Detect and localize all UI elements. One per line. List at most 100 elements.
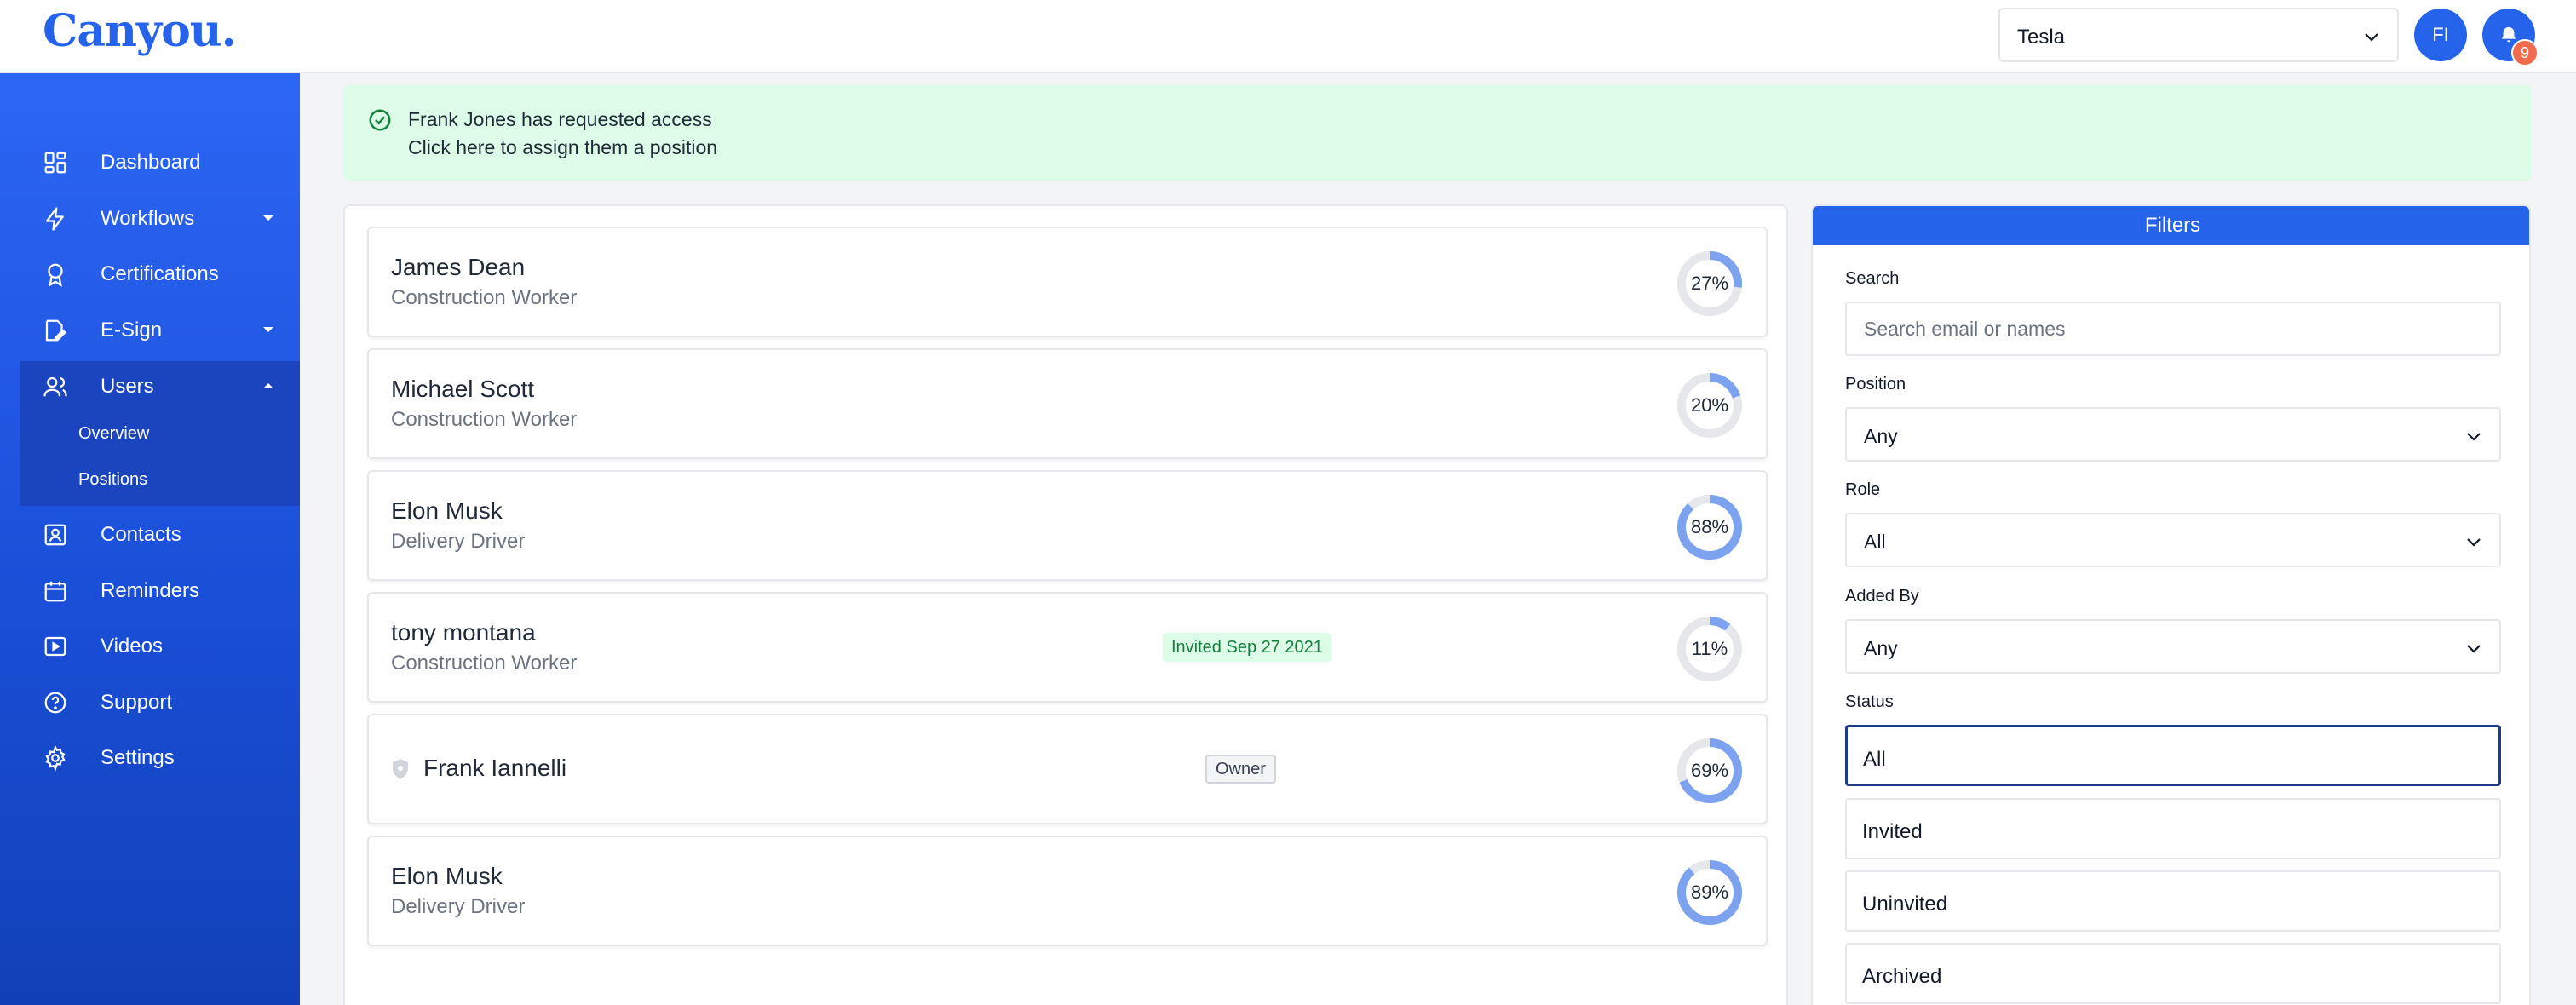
gear-icon — [45, 745, 66, 771]
status-option-label: Invited — [1862, 820, 1923, 843]
alert-subtitle[interactable]: Click here to assign them a position — [408, 136, 717, 159]
status-option-label: Uninvited — [1862, 893, 1948, 916]
status-option-uninvited[interactable]: Uninvited — [1845, 870, 2501, 932]
status-option-invited[interactable]: Invited — [1845, 798, 2501, 859]
owner-badge: Owner — [1205, 755, 1276, 784]
user-name: Frank Iannelli — [423, 755, 567, 781]
sidebar-item-label: E-Sign — [101, 319, 163, 342]
chevron-down-icon — [2467, 433, 2481, 441]
sidebar-item-certifications[interactable]: Certifications — [20, 249, 300, 300]
filters-panel: Filters Search Position Any Role All Add… — [1811, 204, 2531, 1005]
users-list-panel: James Dean Construction Worker 27% Micha… — [343, 204, 1788, 1005]
sidebar-item-dashboard[interactable]: Dashboard — [20, 137, 300, 188]
users-icon — [43, 376, 67, 397]
sidebar-item-label: Certifications — [101, 262, 219, 285]
added-by-select[interactable]: Any — [1845, 619, 2501, 674]
sidebar-item-label: Users — [101, 375, 154, 398]
sidebar-item-label: Videos — [101, 635, 163, 658]
position-label: Position — [1845, 375, 1906, 393]
status-option-label: Archived — [1862, 965, 1942, 988]
sidebar-item-label: Workflows — [101, 207, 195, 230]
chevron-down-icon — [2467, 645, 2481, 653]
caret-down-icon — [263, 215, 273, 221]
progress-label: 20% — [1690, 394, 1729, 416]
caret-up-icon — [263, 383, 273, 388]
user-card[interactable]: James Dean Construction Worker 27% — [367, 227, 1768, 337]
caret-down-icon — [263, 327, 273, 332]
sidebar-item-reminders[interactable]: Reminders — [20, 566, 300, 617]
check-circle-icon — [369, 109, 391, 131]
user-role: Construction Worker — [391, 286, 578, 309]
sidebar-item-label: Settings — [101, 746, 175, 769]
user-role: Construction Worker — [391, 408, 578, 431]
user-card[interactable]: tony montana Construction Worker Invited… — [367, 592, 1768, 703]
user-avatar-button[interactable]: FI — [2414, 9, 2467, 61]
filters-title: Filters — [1813, 206, 2529, 245]
progress-label: 69% — [1690, 760, 1729, 781]
status-option-all[interactable]: All — [1845, 725, 2501, 786]
sidebar-item-label: Dashboard — [101, 151, 201, 174]
alert-title: Frank Jones has requested access — [408, 108, 712, 130]
search-input[interactable] — [1847, 303, 2499, 354]
user-name: tony montana — [391, 619, 536, 646]
progress-label: 11% — [1691, 638, 1728, 659]
video-icon — [44, 636, 66, 657]
sidebar-item-videos[interactable]: Videos — [20, 621, 300, 672]
signature-icon — [45, 319, 66, 342]
progress-label: 88% — [1690, 516, 1729, 537]
notification-count-badge: 9 — [2511, 39, 2539, 66]
sidebar-item-workflows[interactable]: Workflows — [20, 193, 300, 244]
user-name: Elon Musk — [391, 497, 503, 524]
position-select-value: Any — [1864, 425, 1898, 447]
calendar-icon — [44, 581, 66, 602]
added-by-label: Added By — [1845, 587, 1919, 606]
sidebar-item-label: Contacts — [101, 523, 181, 546]
shield-icon — [393, 759, 408, 779]
user-name: James Dean — [391, 254, 526, 280]
contact-card-icon — [44, 524, 66, 546]
chevron-down-icon — [2467, 538, 2481, 547]
users-submenu — [20, 407, 300, 506]
sidebar-item-esign[interactable]: E-Sign — [20, 305, 300, 356]
role-label: Role — [1845, 480, 1881, 499]
role-select[interactable]: All — [1845, 513, 2501, 567]
user-name: Elon Musk — [391, 863, 503, 889]
status-option-label: All — [1863, 748, 1886, 771]
added-by-select-value: Any — [1864, 637, 1898, 659]
help-circle-icon — [44, 692, 66, 714]
sidebar-item-contacts[interactable]: Contacts — [20, 509, 300, 560]
dashboard-icon — [44, 152, 66, 174]
organization-select[interactable]: Tesla — [1998, 8, 2399, 62]
sidebar-item-users[interactable]: Users — [20, 361, 300, 412]
sidebar-item-support[interactable]: Support — [20, 677, 300, 728]
brand-logo[interactable]: Canyou. — [43, 5, 237, 57]
access-request-alert[interactable]: Frank Jones has requested access Click h… — [343, 85, 2531, 181]
role-select-value: All — [1864, 531, 1886, 553]
user-card[interactable]: Michael Scott Construction Worker 20% — [367, 348, 1768, 459]
search-field[interactable] — [1845, 302, 2501, 356]
sidebar-item-settings[interactable]: Settings — [20, 732, 300, 784]
progress-label: 27% — [1690, 273, 1729, 294]
sidebar-subitem-positions[interactable]: Positions — [78, 470, 147, 490]
award-icon — [48, 263, 63, 287]
bell-icon — [2501, 26, 2516, 43]
sidebar-item-label: Support — [101, 691, 173, 714]
organization-select-value: Tesla — [2017, 26, 2066, 49]
user-card[interactable]: Elon Musk Delivery Driver 89% — [367, 836, 1768, 946]
sidebar-item-label: Reminders — [101, 579, 200, 602]
lightning-icon — [45, 207, 64, 231]
position-select[interactable]: Any — [1845, 407, 2501, 462]
status-option-archived[interactable]: Archived — [1845, 943, 2501, 1004]
user-card[interactable]: Frank Iannelli Owner 69% — [367, 714, 1768, 824]
search-label: Search — [1845, 269, 1900, 288]
user-card[interactable]: Elon Musk Delivery Driver 88% — [367, 470, 1768, 581]
top-bar: Canyou. Tesla FI 9 — [0, 0, 2576, 73]
user-name: Michael Scott — [391, 376, 535, 402]
status-label: Status — [1845, 692, 1894, 711]
user-role: Delivery Driver — [391, 530, 526, 553]
invited-badge: Invited Sep 27 2021 — [1163, 633, 1331, 662]
progress-label: 89% — [1690, 882, 1729, 903]
user-role: Construction Worker — [391, 652, 578, 675]
sidebar-subitem-overview[interactable]: Overview — [78, 424, 149, 444]
chevron-down-icon — [2365, 33, 2378, 42]
